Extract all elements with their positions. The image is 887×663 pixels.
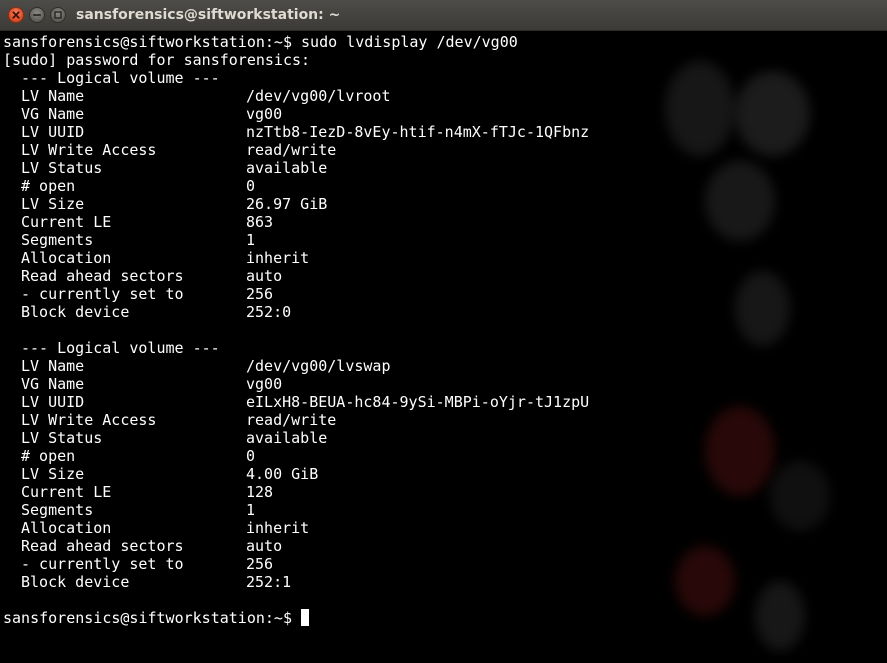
close-button[interactable]	[8, 7, 24, 23]
volume-row: # open 0	[21, 177, 256, 195]
command-line: sansforensics@siftworkstation:~$ sudo lv…	[3, 33, 518, 51]
background-smudge	[770, 461, 830, 531]
background-smudge	[705, 161, 775, 241]
volume-row: Allocation inherit	[21, 249, 310, 267]
volume-row: Block device 252:0	[21, 303, 292, 321]
background-smudge	[735, 271, 790, 346]
volume-row: VG Name vg00	[21, 375, 283, 393]
background-smudge	[735, 71, 810, 156]
volume-row: - currently set to 256	[21, 555, 274, 573]
volume-row: LV Size 4.00 GiB	[21, 465, 319, 483]
minimize-button[interactable]	[29, 7, 45, 23]
volume-row: LV Status available	[21, 429, 328, 447]
window-title: sansforensics@siftworkstation: ~	[76, 7, 341, 23]
volume-row: Current LE 128	[21, 483, 274, 501]
background-smudge	[665, 61, 735, 156]
volume-row: LV Size 26.97 GiB	[21, 195, 328, 213]
close-icon	[12, 11, 20, 19]
volume-row: LV Status available	[21, 159, 328, 177]
background-smudge	[755, 581, 805, 651]
volume-row: # open 0	[21, 447, 256, 465]
maximize-icon	[54, 11, 62, 19]
background-smudge	[705, 406, 775, 496]
volume-row: LV Name/dev/vg00/lvroot	[21, 87, 391, 105]
shell-prompt: sansforensics@siftworkstation:~$	[3, 609, 292, 627]
terminal-area[interactable]: sansforensics@siftworkstation:~$ sudo lv…	[0, 31, 887, 663]
volume-row: LV Name/dev/vg00/lvswap	[21, 357, 391, 375]
volume-row: Allocation inherit	[21, 519, 310, 537]
volume-row: Segments 1	[21, 501, 256, 519]
prompt-line[interactable]: sansforensics@siftworkstation:~$	[3, 609, 589, 627]
title-bar[interactable]: sansforensics@siftworkstation: ~	[0, 0, 887, 31]
volume-row: LV UUID eILxH8-BEUA-hc84-9ySi-MBPi-oYjr-t…	[21, 393, 590, 411]
maximize-button[interactable]	[50, 7, 66, 23]
terminal-output: sansforensics@siftworkstation:~$ sudo lv…	[3, 33, 589, 627]
volume-row: Read ahead sectors auto	[21, 537, 283, 555]
volume-header: --- Logical volume ---	[21, 69, 220, 87]
terminal-window: sansforensics@siftworkstation: ~ sansfor…	[0, 0, 887, 663]
volume-row: Current LE 863	[21, 213, 274, 231]
volume-row: Block device 252:1	[21, 573, 292, 591]
volume-row: Segments 1	[21, 231, 256, 249]
volume-row: VG Name vg00	[21, 105, 283, 123]
background-smudge	[675, 546, 735, 616]
volume-header: --- Logical volume ---	[21, 339, 220, 357]
volume-row: Read ahead sectors auto	[21, 267, 283, 285]
text-cursor	[301, 609, 310, 626]
volume-row: - currently set to 256	[21, 285, 274, 303]
volume-row: LV Write Access read/write	[21, 411, 337, 429]
password-prompt: [sudo] password for sansforensics:	[3, 51, 311, 69]
volume-row: LV UUID nzTtb8-IezD-8vEy-htif-n4mX-fTJc-1…	[21, 123, 590, 141]
volume-row: LV Write Access read/write	[21, 141, 337, 159]
minimize-icon	[32, 14, 42, 16]
